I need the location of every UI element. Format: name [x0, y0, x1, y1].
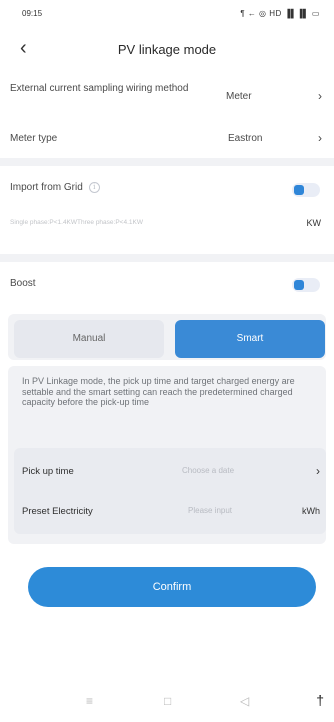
boost-toggle[interactable]	[292, 278, 320, 292]
sampling-method-label: External current sampling wiring method	[10, 83, 189, 94]
section-divider	[0, 158, 334, 166]
manual-mode-tab[interactable]: Manual	[14, 320, 164, 358]
status-time: 09:15	[22, 9, 43, 18]
pickup-time-label: Pick up time	[22, 466, 74, 477]
menu-icon[interactable]: ≡	[86, 694, 93, 708]
chevron-right-icon: ›	[316, 464, 320, 478]
boost-row: Boost	[0, 266, 334, 302]
system-nav-bar: ≡ □ ◁ †	[0, 690, 334, 722]
import-from-grid-row: Import from Grid i	[0, 172, 334, 204]
import-from-grid-label: Import from Grid i	[10, 182, 100, 194]
power-unit: KW	[306, 218, 322, 228]
smart-mode-description: In PV Linkage mode, the pick up time and…	[22, 376, 295, 407]
section-divider	[0, 254, 334, 262]
preset-electricity-row: Preset Electricity Please input kWh	[14, 492, 326, 532]
boost-label: Boost	[10, 278, 36, 289]
sampling-method-value: Meter	[226, 91, 252, 102]
import-from-grid-text: Import from Grid	[10, 182, 83, 193]
power-hint: Single phase:P<1.4KWThree phase:P<4.1KW	[10, 219, 143, 226]
accessibility-icon[interactable]: †	[316, 692, 324, 708]
import-from-grid-toggle[interactable]	[292, 183, 320, 197]
header: ‹ PV linkage mode	[0, 26, 334, 70]
status-icons: ¶ ← ◎ HD ▐▌▐▌ ▭	[240, 9, 320, 18]
sampling-method-row[interactable]: External current sampling wiring method …	[0, 78, 334, 118]
chevron-right-icon: ›	[318, 131, 322, 145]
preset-electricity-unit: kWh	[302, 506, 320, 516]
meter-type-value: Eastron	[228, 133, 263, 144]
toggle-knob	[294, 185, 304, 195]
pickup-time-input[interactable]: Choose a date	[182, 466, 234, 475]
import-hint-row: Single phase:P<1.4KWThree phase:P<4.1KW …	[0, 208, 334, 238]
chevron-right-icon: ›	[318, 89, 322, 103]
smart-mode-tab[interactable]: Smart	[175, 320, 325, 358]
confirm-button[interactable]: Confirm	[28, 567, 316, 607]
smart-settings-panel: In PV Linkage mode, the pick up time and…	[8, 366, 326, 544]
home-icon[interactable]: □	[164, 694, 171, 708]
toggle-knob	[294, 280, 304, 290]
meter-type-label: Meter type	[10, 133, 58, 144]
mode-selector: Manual Smart	[8, 314, 326, 360]
pickup-time-row[interactable]: Pick up time Choose a date ›	[14, 452, 326, 492]
meter-type-row[interactable]: Meter type Eastron ›	[0, 124, 334, 154]
back-triangle-icon[interactable]: ◁	[240, 694, 249, 708]
smart-inputs-card: Pick up time Choose a date › Preset Elec…	[14, 448, 326, 534]
preset-electricity-label: Preset Electricity	[22, 506, 93, 517]
preset-electricity-input[interactable]: Please input	[188, 506, 232, 515]
info-icon[interactable]: i	[88, 182, 100, 193]
status-bar: 09:15 ¶ ← ◎ HD ▐▌▐▌ ▭	[0, 0, 334, 26]
page-title: PV linkage mode	[117, 42, 217, 57]
